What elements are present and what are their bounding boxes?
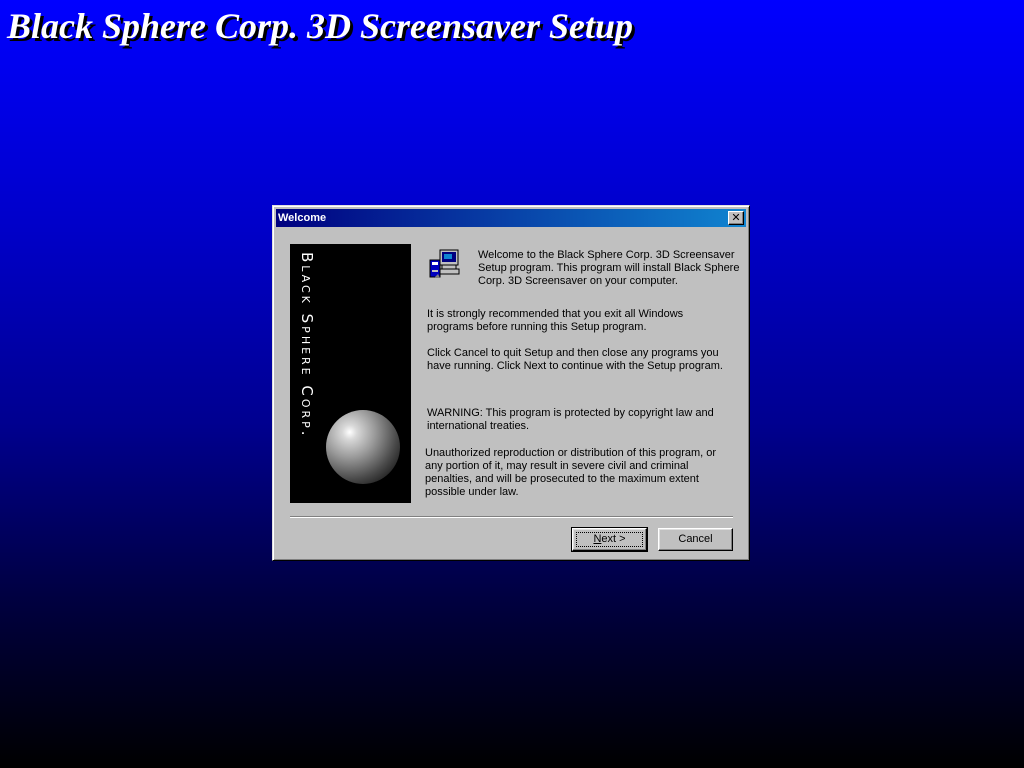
close-button[interactable]: ✕ xyxy=(728,211,744,225)
brand-panel: Black Sphere Corp. xyxy=(290,244,411,503)
next-button-label: Next > xyxy=(593,533,626,545)
black-sphere-logo xyxy=(326,410,400,484)
dialog-titlebar[interactable]: Welcome ✕ xyxy=(276,209,746,227)
unauthorized-text: Unauthorized reproduction or distributio… xyxy=(425,447,717,498)
cancel-button[interactable]: Cancel xyxy=(658,528,733,551)
brand-logo-text: Black Sphere Corp. xyxy=(298,252,316,439)
welcome-dialog: Welcome ✕ Black Sphere Corp. Welcome to … xyxy=(272,205,750,561)
dialog-title: Welcome xyxy=(278,212,327,224)
setup-screen-title: Black Sphere Corp. 3D Screensaver Setup xyxy=(7,6,634,46)
cancel-button-label: Cancel xyxy=(678,533,713,545)
close-icon: ✕ xyxy=(731,211,741,224)
recommend-text: It is strongly recommended that you exit… xyxy=(427,308,684,333)
cancel-info-text: Click Cancel to quit Setup and then clos… xyxy=(427,347,723,372)
warning-text: WARNING: This program is protected by co… xyxy=(427,407,714,432)
dialog-separator xyxy=(290,516,733,518)
next-button[interactable]: Next > xyxy=(571,527,648,552)
setup-computer-icon xyxy=(429,249,460,278)
intro-text: Welcome to the Black Sphere Corp. 3D Scr… xyxy=(478,249,740,287)
